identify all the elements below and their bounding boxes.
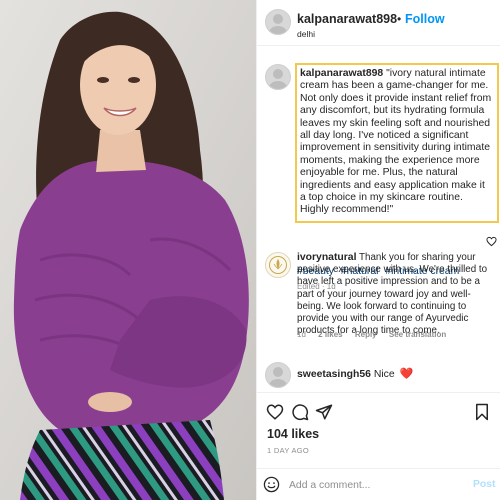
comment-meta: 1d 2 likes Reply See translation <box>297 330 456 339</box>
action-bar <box>257 392 500 432</box>
post-time-ago: 1 DAY AGO <box>267 446 310 455</box>
comment-username[interactable]: ivorynatural <box>297 252 356 263</box>
smiley-icon[interactable] <box>263 476 280 493</box>
post-caption: kalpanarawat898 "ivory natural intimate … <box>295 63 499 223</box>
bookmark-icon[interactable] <box>473 403 491 421</box>
comment-time: 1d <box>297 330 306 339</box>
sweetasingh56-avatar[interactable] <box>265 362 291 388</box>
reply-button[interactable]: Reply <box>355 330 377 339</box>
comment-username[interactable]: sweetasingh56 <box>297 369 371 380</box>
comment-input[interactable] <box>289 477 459 493</box>
comment-like-heart-icon[interactable] <box>486 236 497 247</box>
caption-author-avatar[interactable] <box>265 64 291 90</box>
caption-username[interactable]: kalpanarawat898 <box>300 68 383 79</box>
author-username[interactable]: kalpanarawat898 <box>297 12 397 26</box>
heart-icon[interactable] <box>266 403 284 421</box>
author-avatar[interactable] <box>265 9 291 35</box>
post-photo[interactable] <box>0 0 256 500</box>
woman-photo-illustration <box>0 0 256 500</box>
comment-reply: ivorynatural Thank you for sharing your … <box>297 252 493 337</box>
brand-logo-icon <box>269 256 287 274</box>
comment-item: sweetasingh56 Nice ❤️ <box>297 367 413 380</box>
post-header: kalpanarawat898 • Follow delhi <box>257 0 500 46</box>
send-icon[interactable] <box>315 403 333 421</box>
see-translation-button[interactable]: See translation <box>389 330 446 339</box>
red-heart-emoji: ❤️ <box>399 368 414 380</box>
post-comment-button[interactable]: Post <box>473 479 496 490</box>
ivorynatural-avatar[interactable] <box>265 252 291 278</box>
comment-text: Thank you for sharing your positive expe… <box>297 252 488 337</box>
follow-button[interactable]: Follow <box>405 12 445 26</box>
comment-icon[interactable] <box>291 403 309 421</box>
separator-dot: • <box>397 12 402 26</box>
post-location[interactable]: delhi <box>297 29 315 39</box>
caption-text: "ivory natural intimate cream has been a… <box>300 68 492 216</box>
post-details-panel: kalpanarawat898 • Follow delhi kalpanara… <box>256 0 500 500</box>
comment-likes-count[interactable]: 2 likes <box>318 330 342 339</box>
comments-list[interactable]: kalpanarawat898 "ivory natural intimate … <box>257 56 500 390</box>
comment-text: Nice <box>373 369 395 380</box>
add-comment-bar: Post <box>257 468 500 500</box>
likes-count[interactable]: 104 likes <box>267 427 319 441</box>
